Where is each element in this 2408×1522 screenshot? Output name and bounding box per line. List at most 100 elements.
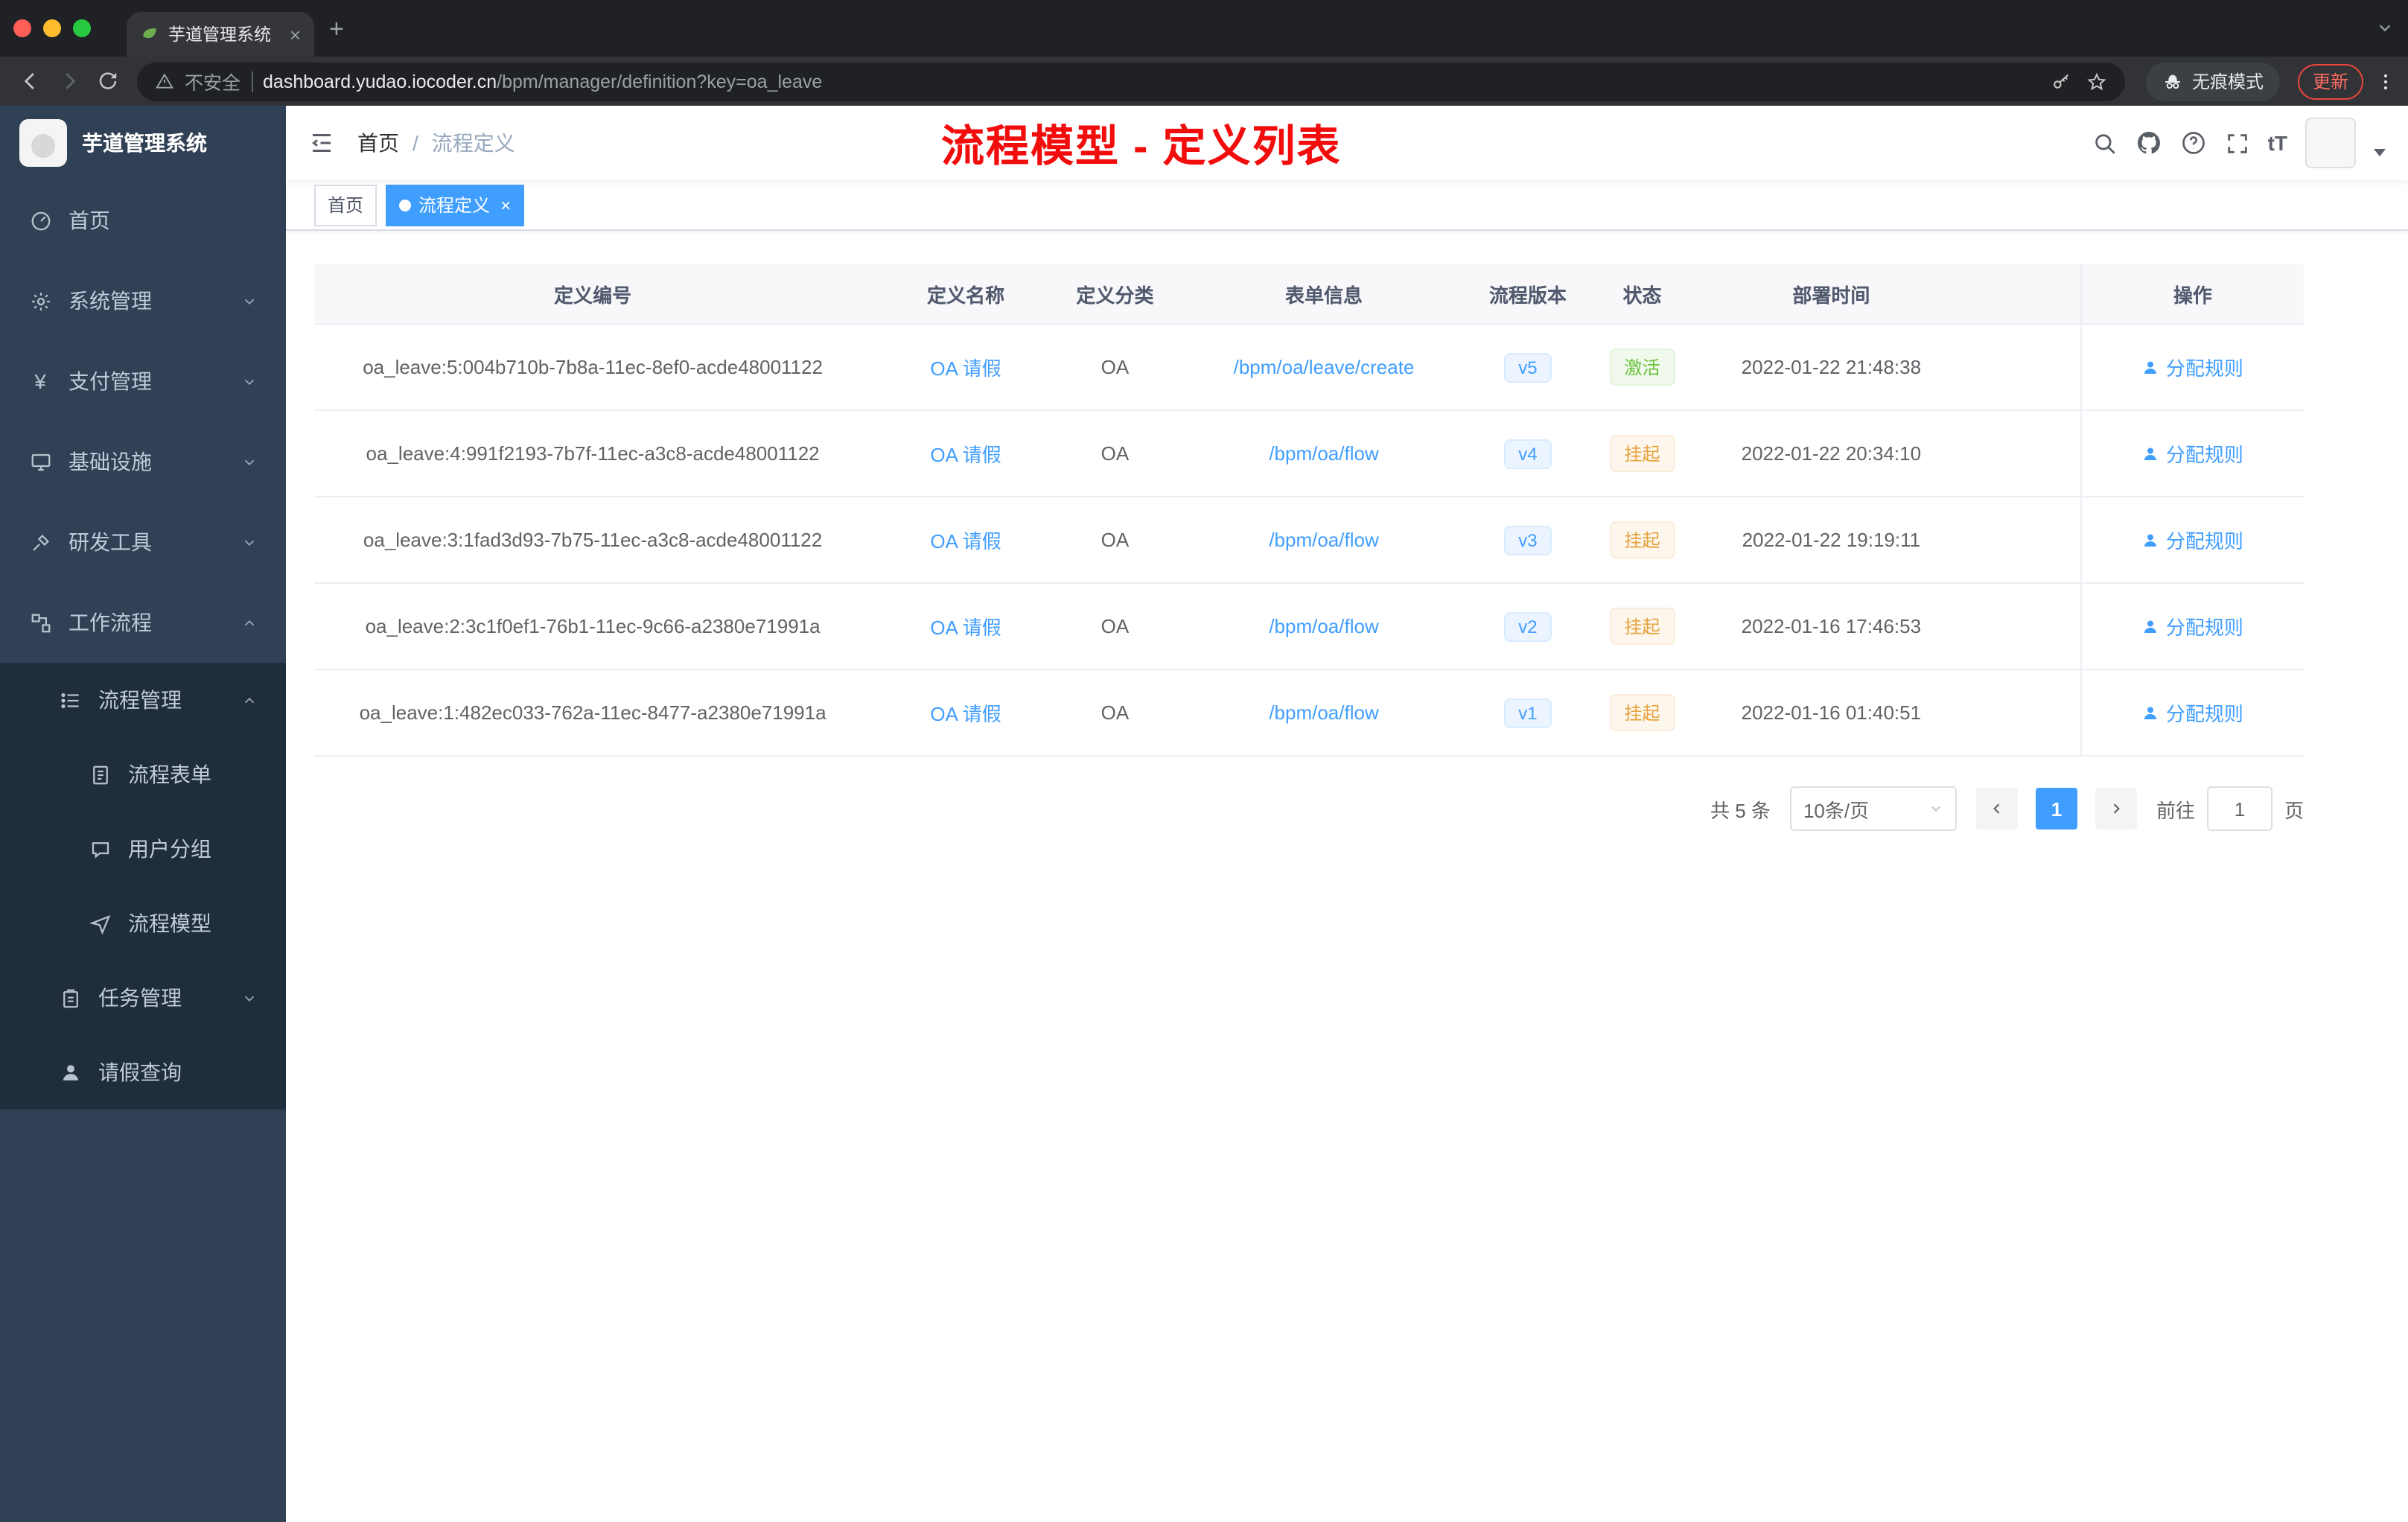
gear-icon bbox=[28, 290, 52, 312]
chevron-right-icon bbox=[2113, 803, 2120, 814]
address-bar[interactable]: 不安全 dashboard.yudao.iocoder.cn/bpm/manag… bbox=[137, 62, 2125, 101]
col-version: 流程版本 bbox=[1478, 264, 1578, 325]
table-row: oa_leave:1:482ec033-762a-11ec-8477-a2380… bbox=[314, 669, 2304, 757]
table-row: oa_leave:3:1fad3d93-7b75-11ec-a3c8-acde4… bbox=[314, 497, 2304, 584]
update-button[interactable]: 更新 bbox=[2297, 63, 2363, 99]
back-icon[interactable] bbox=[12, 63, 48, 99]
assign-rule-link[interactable]: 分配规则 bbox=[2142, 353, 2243, 381]
reload-icon[interactable] bbox=[89, 63, 125, 99]
security-label: 不安全 bbox=[185, 73, 241, 94]
tag-close-icon[interactable]: × bbox=[500, 194, 511, 215]
breadcrumb-home[interactable]: 首页 bbox=[357, 128, 399, 158]
warning-icon bbox=[155, 73, 174, 89]
help-icon[interactable] bbox=[2180, 130, 2207, 156]
assign-rule-link[interactable]: 分配规则 bbox=[2142, 526, 2243, 554]
active-tag-dot bbox=[399, 199, 412, 211]
chevron-up-icon bbox=[241, 692, 258, 708]
font-size-icon[interactable]: tT bbox=[2268, 131, 2287, 155]
tab-close-icon[interactable]: × bbox=[290, 23, 301, 45]
pagination: 共 5 条 10条/页 1 前往 页 bbox=[314, 786, 2304, 831]
sidebar-item-infra[interactable]: 基础设施 bbox=[0, 421, 286, 502]
next-page-button[interactable] bbox=[2095, 788, 2137, 830]
paper-plane-icon bbox=[88, 912, 112, 934]
col-deploy-time: 部署时间 bbox=[1707, 264, 1956, 325]
sidebar-item-task-manage[interactable]: 任务管理 bbox=[0, 961, 286, 1035]
tab-search-chevron-icon[interactable] bbox=[2377, 19, 2393, 36]
forward-icon[interactable] bbox=[51, 63, 86, 99]
chevron-down-icon bbox=[241, 373, 258, 389]
chevron-down-icon bbox=[241, 293, 258, 309]
chevron-up-icon bbox=[241, 614, 258, 631]
sidebar-logo[interactable]: 芋道管理系统 bbox=[0, 106, 286, 180]
avatar-caret-down-icon[interactable] bbox=[2374, 148, 2386, 156]
minimize-window-button[interactable] bbox=[43, 19, 61, 37]
key-icon[interactable] bbox=[2051, 71, 2071, 92]
assign-rule-link[interactable]: 分配规则 bbox=[2142, 698, 2243, 727]
dashboard-icon bbox=[28, 209, 52, 232]
form-link[interactable]: /bpm/oa/flow bbox=[1269, 701, 1378, 724]
form-link[interactable]: /bpm/oa/flow bbox=[1269, 615, 1378, 637]
incognito-label: 无痕模式 bbox=[2191, 71, 2264, 92]
sidebar-item-devtools[interactable]: 研发工具 bbox=[0, 502, 286, 582]
user-group-icon bbox=[88, 838, 112, 860]
assign-rule-link[interactable]: 分配规则 bbox=[2142, 439, 2243, 468]
deploy-time: 2022-01-22 21:48:38 bbox=[1741, 356, 1922, 378]
user-icon bbox=[2144, 620, 2157, 632]
deploy-time: 2022-01-16 01:40:51 bbox=[1741, 701, 1922, 724]
search-icon[interactable] bbox=[2092, 130, 2118, 156]
definition-name-link[interactable]: OA 请假 bbox=[930, 617, 1001, 639]
definition-name-link[interactable]: OA 请假 bbox=[930, 444, 1001, 466]
sidebar-item-process-manage[interactable]: 流程管理 bbox=[0, 663, 286, 737]
sidebar: 芋道管理系统 首页 系统管理 ¥ 支付管理 基础设施 研发工具 工作流程 流程管… bbox=[0, 106, 286, 1522]
incognito-icon bbox=[2165, 74, 2180, 89]
sidebar-item-workflow[interactable]: 工作流程 bbox=[0, 582, 286, 663]
window-controls bbox=[0, 19, 109, 37]
browser-menu-dots-icon[interactable] bbox=[2375, 71, 2396, 92]
sidebar-item-system[interactable]: 系统管理 bbox=[0, 261, 286, 341]
definition-name-link[interactable]: OA 请假 bbox=[930, 530, 1001, 553]
definition-id: oa_leave:5:004b710b-7b8a-11ec-8ef0-acde4… bbox=[363, 356, 823, 378]
assign-rule-link[interactable]: 分配规则 bbox=[2142, 612, 2243, 640]
category: OA bbox=[1101, 442, 1130, 465]
table-header-row: 定义编号 定义名称 定义分类 表单信息 流程版本 状态 部署时间 操作 bbox=[314, 264, 2304, 325]
page-1-button[interactable]: 1 bbox=[2035, 788, 2077, 830]
hamburger-icon[interactable] bbox=[308, 130, 335, 156]
app-title: 芋道管理系统 bbox=[82, 131, 207, 155]
tag-home[interactable]: 首页 bbox=[314, 184, 378, 226]
chevron-left-icon bbox=[1993, 803, 2000, 814]
new-tab-button[interactable]: + bbox=[329, 16, 344, 41]
user-avatar[interactable] bbox=[2305, 118, 2356, 168]
browser-tab-strip: 芋道管理系统 × + bbox=[0, 0, 2408, 57]
sidebar-item-payment[interactable]: ¥ 支付管理 bbox=[0, 341, 286, 421]
sidebar-item-process-model[interactable]: 流程模型 bbox=[0, 886, 286, 961]
definition-name-link[interactable]: OA 请假 bbox=[930, 703, 1001, 725]
definition-id: oa_leave:2:3c1f0ef1-76b1-11ec-9c66-a2380… bbox=[365, 615, 821, 637]
sidebar-item-leave-query[interactable]: 请假查询 bbox=[0, 1035, 286, 1109]
url-text: dashboard.yudao.iocoder.cn/bpm/manager/d… bbox=[263, 71, 823, 92]
definition-name-link[interactable]: OA 请假 bbox=[930, 357, 1001, 380]
bookmark-star-icon[interactable] bbox=[2086, 71, 2107, 92]
total-count: 共 5 条 bbox=[1710, 799, 1771, 821]
sidebar-item-home[interactable]: 首页 bbox=[0, 180, 286, 261]
sidebar-item-process-form[interactable]: 流程表单 bbox=[0, 737, 286, 812]
deploy-time: 2022-01-16 17:46:53 bbox=[1741, 615, 1922, 637]
page-size-select[interactable]: 10条/页 bbox=[1789, 786, 1957, 831]
col-form-info: 表单信息 bbox=[1169, 264, 1479, 325]
fullscreen-icon[interactable] bbox=[2225, 130, 2250, 156]
browser-tab[interactable]: 芋道管理系统 × bbox=[127, 12, 314, 57]
sidebar-item-user-group[interactable]: 用户分组 bbox=[0, 812, 286, 886]
col-category: 定义分类 bbox=[1060, 264, 1170, 325]
table-row: oa_leave:2:3c1f0ef1-76b1-11ec-9c66-a2380… bbox=[314, 583, 2304, 670]
version-badge: v3 bbox=[1503, 525, 1552, 555]
prev-page-button[interactable] bbox=[1975, 788, 2018, 830]
browser-toolbar: 不安全 dashboard.yudao.iocoder.cn/bpm/manag… bbox=[0, 57, 2408, 106]
close-window-button[interactable] bbox=[13, 19, 31, 37]
tag-process-definition[interactable]: 流程定义 × bbox=[386, 184, 525, 226]
github-icon[interactable] bbox=[2135, 130, 2162, 156]
form-link[interactable]: /bpm/oa/flow bbox=[1269, 529, 1378, 551]
form-link[interactable]: /bpm/oa/leave/create bbox=[1234, 356, 1415, 378]
form-link[interactable]: /bpm/oa/flow bbox=[1269, 442, 1378, 465]
tools-icon bbox=[28, 531, 52, 553]
goto-page-input[interactable] bbox=[2206, 786, 2272, 831]
maximize-window-button[interactable] bbox=[73, 19, 91, 37]
